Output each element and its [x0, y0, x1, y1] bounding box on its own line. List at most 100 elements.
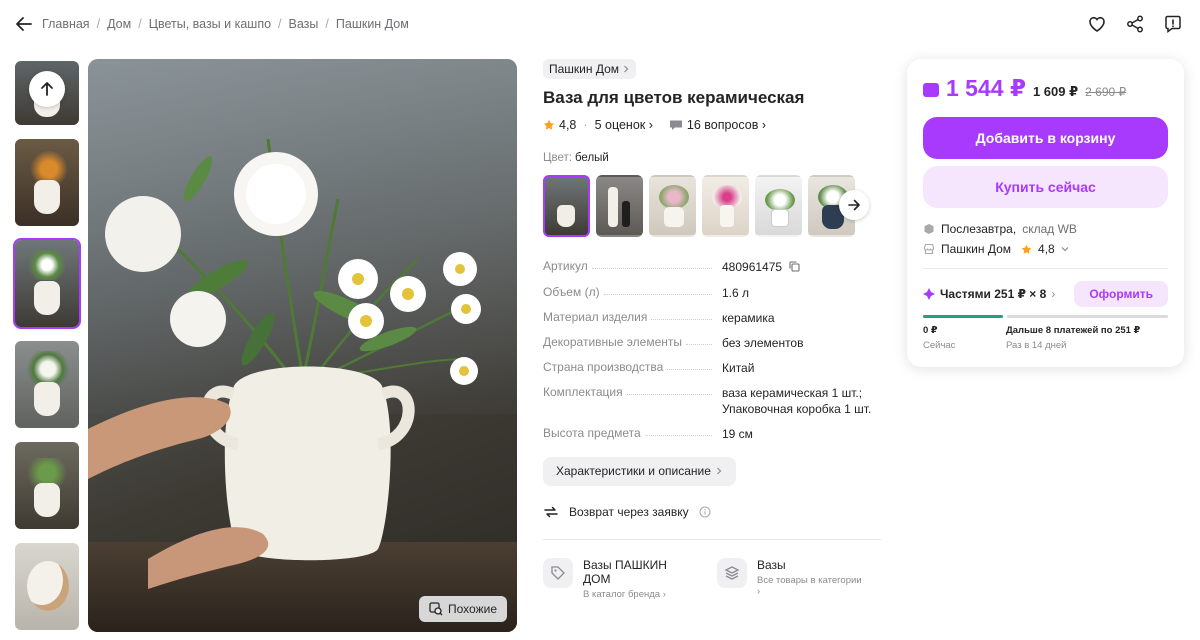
rating-row: 4,8 · 5 оценок › 16 вопросов › [543, 118, 883, 132]
characteristics-button[interactable]: Характеристики и описание [543, 456, 736, 486]
scroll-up-button[interactable] [29, 71, 65, 107]
reviews-link[interactable]: 5 оценок › [595, 118, 653, 132]
box-icon [924, 224, 934, 234]
star-icon [543, 119, 555, 130]
rest-payments-when: Раз в 14 дней [1006, 340, 1067, 351]
spec-key: Высота предмета [543, 425, 645, 440]
spec-value: керамика [722, 310, 775, 325]
brand-catalog-link[interactable]: Вазы ПАШКИН ДОМ В каталог бренда › [543, 557, 693, 600]
divider [923, 268, 1168, 269]
link-subtitle: В каталог бренда [583, 588, 661, 600]
split-payment-icon [923, 288, 935, 300]
breadcrumb: Главная / Дом / Цветы, вазы и кашпо / Вазы /… [42, 17, 409, 31]
breadcrumb-item[interactable]: Главная [42, 17, 90, 31]
spec-key: Объем (л) [543, 284, 604, 299]
questions-icon [669, 120, 682, 130]
copy-icon[interactable] [789, 260, 800, 276]
report-icon[interactable] [1162, 13, 1184, 35]
wallet-icon [923, 83, 939, 97]
spec-key: Декоративные элементы [543, 334, 686, 349]
brand-name: Пашкин Дом [549, 62, 620, 76]
similar-search-icon [429, 602, 443, 616]
spec-key: Комплектация [543, 384, 627, 399]
spec-row: Декоративные элементы без элементов [543, 334, 883, 351]
buy-now-button[interactable]: Купить сейчас [923, 166, 1168, 208]
brand-link[interactable]: Пашкин Дом [543, 59, 637, 79]
installments-plan: 0 ₽ Сейчас Дальше 8 платежей по 251 ₽ Ра… [923, 325, 1168, 351]
installments-link[interactable]: Частями 251 ₽ × 8 › [923, 287, 1055, 301]
spec-row: Материал изделия керамика [543, 309, 883, 326]
color-swatch[interactable] [702, 175, 749, 237]
spec-key: Страна производства [543, 359, 668, 374]
questions-link[interactable]: 16 вопросов › [687, 118, 766, 132]
gallery-thumbnail[interactable] [13, 440, 81, 531]
arrow-right-icon [848, 199, 860, 211]
color-value: белый [574, 152, 609, 164]
color-swatch[interactable] [649, 175, 696, 237]
spec-key: Материал изделия [543, 309, 652, 324]
seller-link[interactable]: Пашкин Дом 4,8 [923, 242, 1168, 256]
divider [543, 538, 881, 540]
price-old: 2 690 ₽ [1085, 85, 1127, 99]
main-product-photo[interactable]: Похожие [88, 59, 517, 632]
color-swatch[interactable] [755, 175, 802, 237]
breadcrumb-item[interactable]: Вазы [289, 17, 319, 31]
swatches-next-button[interactable] [839, 190, 869, 220]
chevron-right-icon [624, 65, 629, 73]
spec-value: ваза керамическая 1 шт.; Упаковочная кор… [722, 385, 872, 416]
color-label: Цвет: белый [543, 152, 609, 164]
spec-value: без элементов [722, 335, 804, 350]
delivery-info: Послезавтра, склад WB Пашкин Дом 4,8 [923, 222, 1168, 256]
thumbnail-list [13, 59, 81, 640]
back-arrow-icon[interactable] [14, 14, 34, 34]
spec-row: Артикул 480961475 [543, 259, 883, 276]
spec-value: Китай [722, 360, 755, 375]
spec-key: Артикул [543, 259, 592, 273]
category-link[interactable]: Вазы Все товары в категории › [717, 557, 867, 600]
price-regular: 1 609 ₽ [1032, 84, 1079, 99]
heart-icon[interactable] [1086, 13, 1108, 35]
breadcrumb-item[interactable]: Пашкин Дом [336, 17, 409, 31]
similar-products-label: Похожие [448, 602, 497, 616]
similar-products-button[interactable]: Похожие [419, 596, 507, 622]
share-icon[interactable] [1124, 13, 1146, 35]
color-swatch[interactable] [596, 175, 643, 237]
gallery-thumbnail[interactable] [13, 541, 81, 632]
add-to-cart-button[interactable]: Добавить в корзину [923, 117, 1168, 159]
chevron-down-icon [1061, 247, 1069, 252]
catalog-links: Вазы ПАШКИН ДОМ В каталог бренда › Вазы … [543, 557, 883, 600]
layers-icon [717, 557, 747, 588]
price-with-wallet: 1 544 ₽ [946, 75, 1026, 101]
breadcrumb-item[interactable]: Цветы, вазы и кашпо [149, 17, 271, 31]
breadcrumb-item[interactable]: Дом [107, 17, 131, 31]
info-icon[interactable] [699, 506, 711, 518]
installments-row: Частями 251 ₽ × 8 › Оформить [923, 281, 1168, 307]
color-swatches [543, 175, 873, 237]
delivery-date: Послезавтра, [941, 222, 1017, 236]
return-policy: Возврат через заявку [543, 504, 883, 520]
tag-icon [543, 557, 573, 588]
specs-list: Артикул 480961475 Объем (л) 1.6 л Матери… [543, 259, 883, 442]
header-actions [1086, 13, 1184, 35]
product-title: Ваза для цветов керамическая [543, 88, 805, 107]
gallery-thumbnail[interactable] [13, 339, 81, 430]
rest-payments: Дальше 8 платежей по 251 ₽ [1006, 325, 1141, 336]
product-info: Пашкин Дом Ваза для цветов керамическая … [543, 59, 883, 600]
seller-rating: 4,8 [1038, 242, 1055, 256]
arrow-up-icon [41, 82, 53, 96]
rating-value: 4,8 [559, 118, 577, 132]
spec-row: Объем (л) 1.6 л [543, 284, 883, 301]
gallery-thumbnail-active[interactable] [13, 238, 81, 329]
return-text: Возврат через заявку [569, 504, 689, 519]
gallery-thumbnail[interactable] [13, 137, 81, 228]
first-payment-when: Сейчас [923, 340, 956, 351]
spec-value: 480961475 [722, 260, 783, 274]
installments-apply-button[interactable]: Оформить [1074, 281, 1168, 307]
installments-progress [923, 315, 1168, 318]
color-swatch-active[interactable] [543, 175, 590, 237]
shop-icon [923, 243, 935, 255]
top-bar: Главная / Дом / Цветы, вазы и кашпо / Вазы /… [0, 0, 1200, 48]
first-payment-amount: 0 ₽ [923, 325, 938, 336]
star-icon [1021, 244, 1032, 254]
buy-panel: 1 544 ₽ 1 609 ₽ 2 690 ₽ Добавить в корзи… [907, 59, 1184, 367]
